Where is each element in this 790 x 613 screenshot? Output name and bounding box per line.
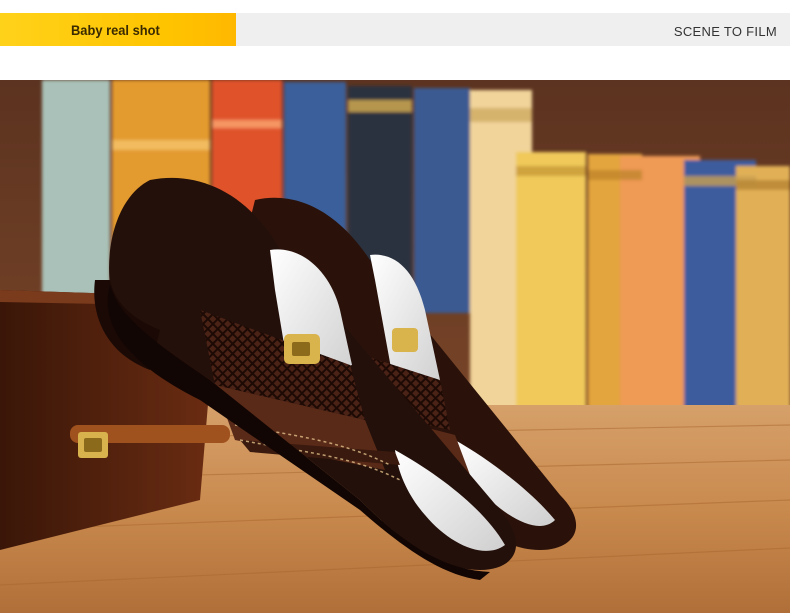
product-photo <box>0 80 790 613</box>
header-tab-label: Baby real shot <box>71 22 160 38</box>
header-right-label: SCENE TO FILM <box>673 24 777 39</box>
